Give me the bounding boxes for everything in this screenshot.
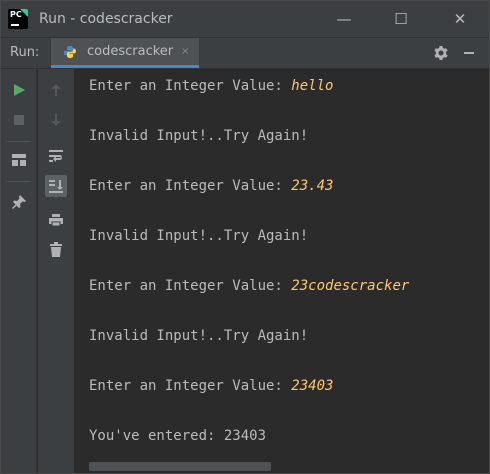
console-line: Enter an Integer Value: 23.43	[89, 177, 333, 195]
pycharm-run-window: PC Run - codescracker — ☐ ✕ Run: codescr…	[0, 0, 490, 474]
arrow-down-icon	[51, 114, 61, 126]
console-line: Invalid Input!..Try Again!	[89, 328, 309, 344]
trash-icon	[50, 242, 62, 257]
hide-panel-icon[interactable]	[464, 52, 474, 54]
scroll-to-end-icon	[49, 180, 63, 193]
tab-close-icon[interactable]: ×	[181, 46, 189, 57]
scroll-down-button[interactable]	[45, 109, 67, 131]
pycharm-logo-icon: PC	[8, 9, 28, 29]
scroll-up-button[interactable]	[45, 79, 67, 101]
stop-icon	[14, 115, 24, 125]
stop-button[interactable]	[8, 109, 30, 131]
python-file-icon	[64, 46, 76, 58]
minimize-icon: —	[336, 10, 352, 28]
console-line: Invalid Input!..Try Again!	[89, 128, 309, 144]
user-input-text: hello	[291, 78, 334, 94]
soft-wrap-icon	[49, 150, 63, 162]
console-line: Enter an Integer Value: 23403	[89, 377, 333, 395]
console-line: You've entered: 23403	[89, 428, 267, 444]
arrow-up-icon	[51, 84, 61, 96]
title-bar: PC Run - codescracker — ☐ ✕	[1, 1, 489, 37]
print-button[interactable]	[45, 209, 67, 231]
layout-icon	[12, 154, 26, 166]
run-toolwindow-header: Run: codescracker ×	[1, 37, 489, 69]
rerun-button[interactable]	[8, 79, 30, 101]
run-toolbar-left	[1, 69, 37, 473]
console-toolbar	[38, 69, 74, 473]
play-icon	[14, 84, 25, 96]
gear-icon[interactable]	[433, 45, 449, 61]
maximize-button[interactable]: ☐	[378, 1, 424, 37]
console-line: Enter an Integer Value: 23codescracker	[89, 277, 409, 295]
scroll-to-end-button[interactable]	[45, 175, 67, 197]
maximize-icon: ☐	[394, 10, 408, 28]
minimize-button[interactable]: —	[321, 1, 367, 37]
user-input-text: 23.43	[291, 178, 334, 194]
console-line: Enter an Integer Value: hello	[89, 77, 333, 95]
clear-all-button[interactable]	[45, 239, 67, 261]
print-icon	[49, 214, 63, 227]
close-icon: ✕	[453, 10, 467, 28]
horizontal-scrollbar[interactable]	[89, 462, 271, 471]
pin-tab-button[interactable]	[8, 191, 30, 213]
console-line: Invalid Input!..Try Again!	[89, 228, 309, 244]
run-tab-label: codescracker	[87, 44, 174, 59]
tab-codescracker[interactable]: codescracker ×	[51, 38, 199, 68]
pin-icon	[12, 195, 26, 209]
window-title: Run - codescracker	[39, 11, 173, 27]
user-input-text: 23codescracker	[291, 278, 410, 294]
prompt-text: Enter an Integer Value:	[89, 378, 292, 394]
restore-layout-button[interactable]	[8, 149, 30, 171]
run-label: Run:	[10, 45, 40, 60]
user-input-text: 23403	[291, 378, 334, 394]
soft-wrap-button[interactable]	[45, 145, 67, 167]
prompt-text: Enter an Integer Value:	[89, 178, 292, 194]
close-button[interactable]: ✕	[437, 1, 483, 37]
prompt-text: Enter an Integer Value:	[89, 278, 292, 294]
prompt-text: Enter an Integer Value:	[89, 78, 292, 94]
console-output[interactable]: Enter an Integer Value: hello Invalid In…	[75, 69, 489, 473]
